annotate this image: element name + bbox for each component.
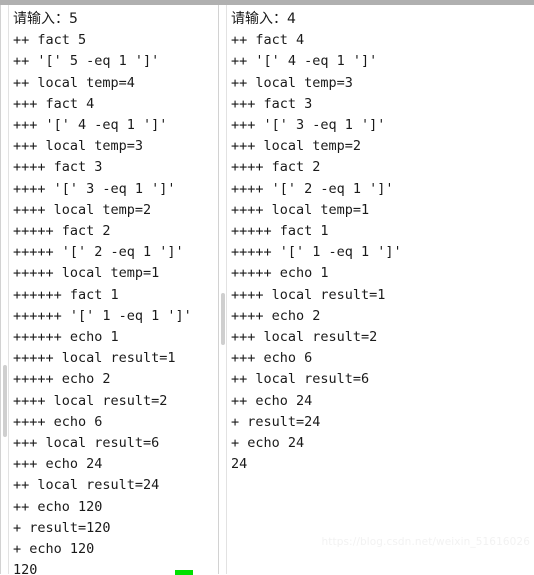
terminal-line: ++++++ '[' 1 -eq 1 ']' [13, 307, 192, 324]
terminal-line: +++++ fact 1 [231, 223, 329, 240]
terminal-line: +++++ '[' 2 -eq 1 ']' [13, 244, 184, 261]
terminal-line: 请输入：5 [13, 11, 78, 27]
terminal-line: + result=24 [231, 413, 321, 430]
terminal-line: ++ echo 120 [13, 498, 103, 515]
terminal-line: ++++ local temp=1 [231, 201, 370, 218]
left-terminal-pane[interactable]: 请输入：5 ++ fact 5 ++ '[' 5 -eq 1 ']' ++ local… [0, 5, 218, 574]
terminal-line: +++++ echo 1 [231, 265, 329, 282]
terminal-line: ++ fact 5 [13, 32, 87, 49]
right-vertical-scrollbar[interactable] [218, 5, 227, 574]
terminal-line: +++++ local temp=1 [13, 265, 160, 282]
terminal-line: ++ '[' 4 -eq 1 ']' [231, 53, 378, 70]
right-terminal-output[interactable]: 请输入：4 ++ fact 4 ++ '[' 4 -eq 1 ']' ++ local… [231, 5, 534, 574]
terminal-line: 请输入：4 [231, 11, 296, 27]
terminal-line: ++++ fact 3 [13, 159, 103, 176]
left-vertical-scrollbar[interactable] [0, 5, 9, 574]
terminal-line: ++++ local result=1 [231, 286, 386, 303]
terminal-line: ++ local result=24 [13, 477, 160, 494]
terminal-cursor-block [175, 570, 193, 575]
terminal-line: +++ fact 4 [13, 95, 95, 112]
terminal-line: +++ fact 3 [231, 95, 313, 112]
terminal-line: ++ local result=6 [231, 371, 370, 388]
terminal-line: ++++ echo 2 [231, 307, 321, 324]
right-terminal-pane[interactable]: 请输入：4 ++ fact 4 ++ '[' 4 -eq 1 ']' ++ local… [218, 5, 534, 574]
terminal-line: +++++ echo 2 [13, 371, 111, 388]
terminal-line: ++++ local temp=2 [13, 201, 152, 218]
left-scrollbar-thumb[interactable] [3, 365, 7, 437]
terminal-line: +++ local result=2 [231, 329, 378, 346]
terminal-line: ++++++ echo 1 [13, 329, 119, 346]
terminal-line: ++ '[' 5 -eq 1 ']' [13, 53, 160, 70]
terminal-line: +++ echo 24 [13, 456, 103, 473]
terminal-line: ++ local temp=4 [13, 74, 135, 91]
terminal-line: ++ fact 4 [231, 32, 305, 49]
terminal-line: ++++ echo 6 [13, 413, 103, 430]
terminal-line: ++++++ fact 1 [13, 286, 119, 303]
terminal-line: +++ local temp=3 [13, 138, 144, 155]
left-terminal-output[interactable]: 请输入：5 ++ fact 5 ++ '[' 5 -eq 1 ']' ++ local… [13, 5, 218, 574]
terminal-line: +++ '[' 3 -eq 1 ']' [231, 117, 386, 134]
terminal-line: +++ local temp=2 [231, 138, 362, 155]
right-scrollbar-thumb[interactable] [221, 293, 225, 345]
terminal-line: ++++ fact 2 [231, 159, 321, 176]
terminal-line: +++++ fact 2 [13, 223, 111, 240]
terminal-line: + result=120 [13, 519, 111, 536]
terminal-line: +++ echo 6 [231, 350, 313, 367]
terminal-line: ++ echo 24 [231, 392, 313, 409]
terminal-line: + echo 120 [13, 541, 95, 558]
terminal-line: +++++ '[' 1 -eq 1 ']' [231, 244, 402, 261]
terminal-line: +++ '[' 4 -eq 1 ']' [13, 117, 168, 134]
terminal-line: ++++ '[' 2 -eq 1 ']' [231, 180, 394, 197]
terminal-line: + echo 24 [231, 435, 305, 452]
terminal-line: ++++ '[' 3 -eq 1 ']' [13, 180, 176, 197]
terminal-line: ++++ local result=2 [13, 392, 168, 409]
blog-watermark: https://blog.csdn.net/weixin_51616026 [321, 536, 530, 548]
terminal-line: +++++ local result=1 [13, 350, 176, 367]
terminal-line: ++ local temp=3 [231, 74, 353, 91]
terminal-line: +++ local result=6 [13, 435, 160, 452]
terminal-line: 24 [231, 456, 248, 473]
terminal-panes-container: 请输入：5 ++ fact 5 ++ '[' 5 -eq 1 ']' ++ local… [0, 5, 534, 575]
